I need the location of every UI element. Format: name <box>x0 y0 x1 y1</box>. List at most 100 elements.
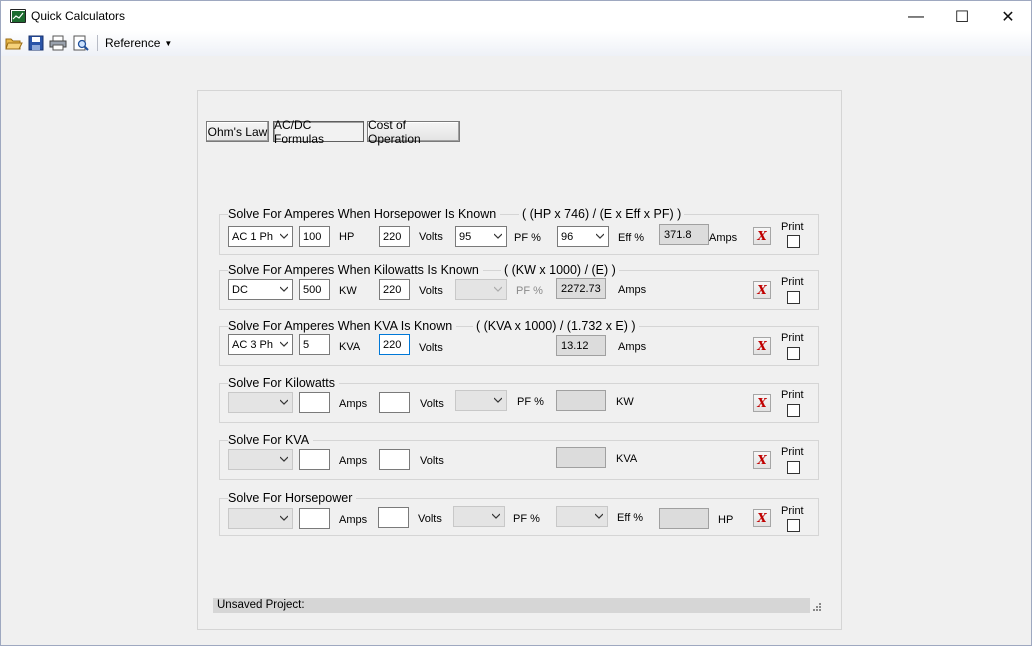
kw-unit-label: KW <box>339 285 357 297</box>
save-icon[interactable] <box>27 35 45 51</box>
tab-cost-of-operation[interactable]: Cost of Operation <box>367 118 460 146</box>
print-preview-icon[interactable] <box>72 35 90 51</box>
clear-x-icon: X <box>757 229 767 243</box>
clear-x-icon: X <box>757 339 767 353</box>
group-title-kva: Solve For KVA <box>228 433 314 447</box>
reference-label: Reference <box>105 36 161 50</box>
eff-label: Eff % <box>617 512 644 524</box>
volts-input[interactable] <box>379 392 410 413</box>
phase-select[interactable]: AC 1 Ph <box>228 226 293 247</box>
close-button[interactable]: ✕ <box>985 1 1031 32</box>
result-unit-label: Amps <box>618 341 647 353</box>
volts-label: Volts <box>419 231 443 243</box>
pf-select[interactable]: 95 <box>455 226 507 247</box>
status-text: Unsaved Project: <box>217 599 305 611</box>
resize-grip-icon[interactable] <box>812 601 822 613</box>
hp-input[interactable]: 100 <box>299 226 330 247</box>
result-unit-label: Amps <box>709 232 738 244</box>
formula-kva-amps: ( (KVA x 1000) / (1.732 x E) ) <box>473 319 639 333</box>
amps-input[interactable] <box>299 449 330 470</box>
clear-button[interactable]: X <box>753 281 771 299</box>
group-title-kw-amps: Solve For Amperes When Kilowatts Is Know… <box>228 263 483 277</box>
volts-label: Volts <box>420 398 444 410</box>
volts-input[interactable]: 220 <box>379 226 410 247</box>
print-checkbox[interactable] <box>787 461 800 474</box>
clear-button[interactable]: X <box>753 337 771 355</box>
chevron-down-icon <box>494 397 502 403</box>
clear-button[interactable]: X <box>753 394 771 412</box>
result-unit-label: KW <box>616 396 634 408</box>
eff-select[interactable]: 96 <box>557 226 609 247</box>
formula-hp-amps: ( (HP x 746) / (E x Eff x PF) ) <box>519 207 685 221</box>
pf-select[interactable] <box>455 390 507 411</box>
clear-button[interactable]: X <box>753 227 771 245</box>
phase-select[interactable]: AC 3 Ph <box>228 334 293 355</box>
phase-select[interactable]: DC <box>228 279 293 300</box>
chevron-down-icon <box>280 233 288 239</box>
tab-acdc-formulas[interactable]: AC/DC Formulas <box>273 118 364 146</box>
toolbar-separator <box>97 35 98 51</box>
clear-x-icon: X <box>757 283 767 297</box>
result-field: 371.8 <box>659 224 709 245</box>
kw-input[interactable]: 500 <box>299 279 330 300</box>
pf-select[interactable] <box>453 506 505 527</box>
clear-x-icon: X <box>757 511 767 525</box>
print-checkbox[interactable] <box>787 347 800 360</box>
chevron-down-icon <box>280 341 288 347</box>
pf-select <box>455 279 507 300</box>
volts-input[interactable]: 220 <box>379 334 410 355</box>
print-checkbox[interactable] <box>787 404 800 417</box>
minimize-button[interactable]: — <box>893 1 939 32</box>
toolbar: Reference ▼ <box>0 31 1032 56</box>
phase-value: DC <box>232 283 248 296</box>
phase-select[interactable] <box>228 449 293 470</box>
print-label: Print <box>781 332 804 344</box>
print-icon[interactable] <box>49 35 67 51</box>
clear-button[interactable]: X <box>753 509 771 527</box>
clear-button[interactable]: X <box>753 451 771 469</box>
amps-input[interactable] <box>299 508 330 529</box>
kva-input[interactable]: 5 <box>299 334 330 355</box>
print-label: Print <box>781 276 804 288</box>
amps-input[interactable] <box>299 392 330 413</box>
chevron-down-icon <box>280 456 288 462</box>
window-title: Quick Calculators <box>31 9 126 23</box>
volts-label: Volts <box>418 513 442 525</box>
phase-select[interactable] <box>228 508 293 529</box>
volts-input[interactable]: 220 <box>379 279 410 300</box>
print-checkbox[interactable] <box>787 235 800 248</box>
volts-label: Volts <box>420 455 444 467</box>
open-folder-icon[interactable] <box>5 35 23 51</box>
result-unit-label: Amps <box>618 284 647 296</box>
volts-input[interactable] <box>378 507 409 528</box>
print-label: Print <box>781 221 804 233</box>
maximize-button[interactable]: ☐ <box>939 1 985 32</box>
volts-input[interactable] <box>379 449 410 470</box>
chevron-down-icon: ▼ <box>164 39 173 48</box>
group-title-hp: Solve For Horsepower <box>228 491 357 505</box>
formula-kw-amps: ( (KW x 1000) / (E) ) <box>501 263 619 277</box>
phase-select[interactable] <box>228 392 293 413</box>
print-label: Print <box>781 446 804 458</box>
chevron-down-icon <box>280 399 288 405</box>
reference-menu[interactable]: Reference ▼ <box>105 36 172 50</box>
clear-x-icon: X <box>757 396 767 410</box>
chevron-down-icon <box>494 286 502 292</box>
print-label: Print <box>781 505 804 517</box>
group-title-hp-amps: Solve For Amperes When Horsepower Is Kno… <box>228 207 501 221</box>
pf-label: PF % <box>514 232 541 244</box>
print-checkbox[interactable] <box>787 291 800 304</box>
tab-ohms-law[interactable]: Ohm's Law <box>206 121 269 142</box>
result-unit-label: HP <box>718 514 734 526</box>
eff-label: Eff % <box>618 232 645 244</box>
chevron-down-icon <box>280 286 288 292</box>
app-icon <box>10 9 26 23</box>
title-bar: Quick Calculators — ☐ ✕ <box>0 0 1032 31</box>
print-checkbox[interactable] <box>787 519 800 532</box>
group-title-kva-amps: Solve For Amperes When KVA Is Known <box>228 319 457 333</box>
result-field <box>556 390 606 411</box>
eff-value: 96 <box>561 230 574 243</box>
amps-label: Amps <box>339 398 368 410</box>
print-label: Print <box>781 389 804 401</box>
eff-select[interactable] <box>556 506 608 527</box>
